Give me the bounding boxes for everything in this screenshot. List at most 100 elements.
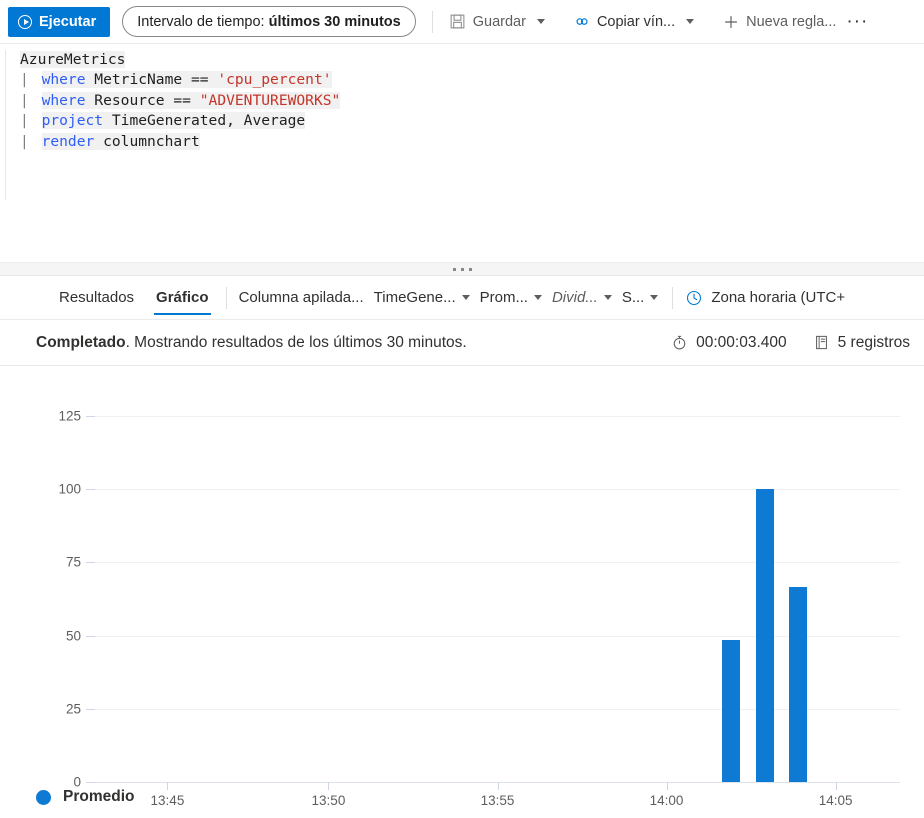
y-tick-label: 75 xyxy=(65,554,81,570)
y-tick-label: 125 xyxy=(58,408,81,424)
chart-legend[interactable]: Promedio xyxy=(36,788,134,806)
chevron-down-icon[interactable] xyxy=(686,19,695,24)
query-duration-value: 00:00:03.400 xyxy=(696,333,787,351)
token-idn: AzureMetrics xyxy=(20,51,126,68)
legend-label: Promedio xyxy=(63,788,135,805)
token-kw: where xyxy=(41,71,86,89)
token-idn: TimeGenerated, Average xyxy=(103,112,306,130)
token-idn: columnchart xyxy=(94,132,200,150)
x-tick-mark xyxy=(328,782,330,790)
chevron-down-icon[interactable] xyxy=(461,295,470,300)
y-tick-label: 100 xyxy=(58,481,81,497)
y-gridline xyxy=(95,562,900,564)
y-tick-mark xyxy=(86,782,95,783)
x-axis-select[interactable]: TimeGene... xyxy=(368,283,474,313)
grip-dot xyxy=(468,267,472,271)
play-icon xyxy=(18,14,32,29)
y-axis-label: Prom... xyxy=(479,289,528,306)
clock-icon xyxy=(685,289,702,306)
time-range-picker[interactable]: Intervalo de tiempo: últimos 30 minutos xyxy=(122,6,416,37)
query-line: | where MetricName == 'cpu_percent' xyxy=(20,70,924,90)
timezone-label: Zona horaria (UTC+ xyxy=(711,289,846,306)
status-message: Completado. Mostrando resultados de los … xyxy=(36,334,467,352)
query-duration: 00:00:03.400 xyxy=(671,334,787,352)
run-query-button[interactable]: Ejecutar xyxy=(8,6,111,37)
more-commands-button[interactable]: ··· xyxy=(842,12,872,31)
split-by-label: Divid... xyxy=(551,289,598,306)
query-line: | project TimeGenerated, Average xyxy=(20,111,924,131)
pipe-token: | xyxy=(20,71,38,89)
token-idn: MetricName == xyxy=(85,71,218,89)
y-gridline xyxy=(95,708,900,710)
chart-plot-area[interactable]: 0 25 50 75 100 125 13:45 13:50 13:55 14:00 14:05 xyxy=(58,409,900,808)
x-axis-label: TimeGene... xyxy=(373,289,456,306)
aggregation-label: S... xyxy=(621,289,645,306)
query-line-text: where Resource == "ADVENTUREWORKS" xyxy=(41,91,341,109)
legend-color-swatch xyxy=(36,789,51,805)
status-state: Completado xyxy=(36,333,126,351)
log-analytics-query-page: Ejecutar Intervalo de tiempo: últimos 30… xyxy=(0,0,924,818)
tab-resultados[interactable]: Resultados xyxy=(48,277,145,319)
stopwatch-icon xyxy=(671,334,688,351)
pipe-token: | xyxy=(20,112,38,130)
query-line: | where Resource == "ADVENTUREWORKS" xyxy=(20,91,924,111)
y-tick-mark xyxy=(86,708,95,710)
query-line: | render columnchart xyxy=(20,132,924,152)
pipe-token: | xyxy=(20,132,38,150)
copy-link-button[interactable]: Copiar vín... xyxy=(567,6,700,38)
token-kw: where xyxy=(41,91,86,109)
status-detail: . Mostrando resultados de los últimos 30… xyxy=(125,333,467,351)
chart-type-select[interactable]: Columna apilada... xyxy=(233,283,368,313)
new-rule-button[interactable]: Nueva regla... xyxy=(716,6,842,38)
x-tick-mark xyxy=(497,782,499,790)
x-tick-mark xyxy=(835,782,837,790)
toolbar-divider xyxy=(431,10,433,33)
y-gridline xyxy=(95,489,900,491)
editor-gutter-rule xyxy=(5,50,6,200)
chevron-down-icon[interactable] xyxy=(603,295,612,300)
query-line-text: render columnchart xyxy=(41,132,200,150)
x-tick-mark xyxy=(666,782,668,790)
x-tick-mark xyxy=(167,782,169,790)
save-button[interactable]: Guardar xyxy=(443,6,551,38)
y-axis-select[interactable]: Prom... xyxy=(474,283,546,313)
horizontal-splitter[interactable] xyxy=(0,262,924,276)
plus-icon xyxy=(722,13,739,30)
chart-bar[interactable] xyxy=(788,587,807,782)
y-tick-label: 50 xyxy=(65,628,81,644)
new-rule-label: Nueva regla... xyxy=(746,13,837,30)
query-line-text: where MetricName == 'cpu_percent' xyxy=(41,71,332,89)
x-tick-label: 14:05 xyxy=(818,793,853,808)
y-tick-mark xyxy=(86,416,95,417)
y-tick-mark xyxy=(86,635,95,637)
pipe-token: | xyxy=(20,91,38,109)
token-kw: render xyxy=(41,132,95,150)
grip-dot xyxy=(460,267,464,271)
chevron-down-icon[interactable] xyxy=(533,295,542,300)
query-text[interactable]: AzureMetrics | where MetricName == 'cpu_p… xyxy=(0,50,924,152)
tab-label: Gráfico xyxy=(156,289,209,306)
y-tick-label: 25 xyxy=(65,701,81,717)
query-line: AzureMetrics xyxy=(20,50,924,70)
chart-bar[interactable] xyxy=(721,640,740,782)
x-tick-label: 14:00 xyxy=(649,793,684,808)
results-tabbar: Resultados Gráfico Columna apilada... Ti… xyxy=(0,276,924,320)
time-range-value: últimos 30 minutos xyxy=(268,13,401,30)
chart-type-label: Columna apilada... xyxy=(238,289,364,306)
chevron-down-icon[interactable] xyxy=(536,19,545,24)
save-label: Guardar xyxy=(472,13,526,30)
chart-bar[interactable] xyxy=(755,489,774,782)
timezone-selector[interactable]: Zona horaria (UTC+ xyxy=(685,289,845,306)
y-tick-mark xyxy=(86,489,95,491)
query-editor[interactable]: AzureMetrics | where MetricName == 'cpu_p… xyxy=(0,44,924,262)
aggregation-select[interactable]: S... xyxy=(616,283,663,313)
split-by-select[interactable]: Divid... xyxy=(546,283,616,313)
query-line-text: AzureMetrics xyxy=(20,51,126,68)
run-query-label: Ejecutar xyxy=(39,13,97,30)
token-kw: project xyxy=(41,112,104,130)
y-gridline xyxy=(95,416,900,417)
chevron-down-icon[interactable] xyxy=(650,295,659,300)
copy-link-label: Copiar vín... xyxy=(596,13,676,30)
tab-grafico[interactable]: Gráfico xyxy=(145,277,220,319)
token-str: "ADVENTUREWORKS" xyxy=(199,91,341,109)
